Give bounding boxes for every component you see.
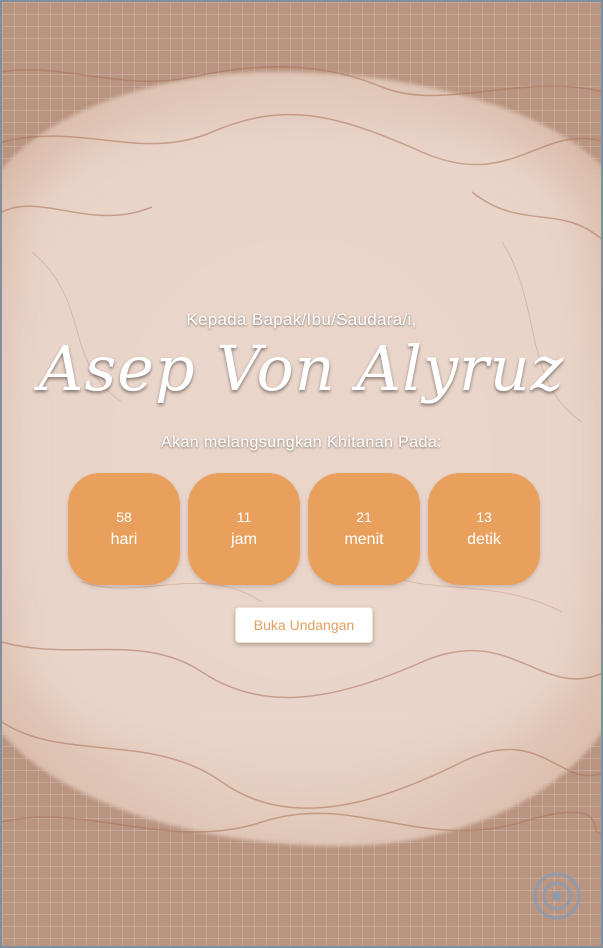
music-disc-icon[interactable] [533, 872, 581, 920]
countdown-unit: hari [110, 531, 138, 548]
countdown-minutes: 21 menit [308, 473, 420, 585]
salutation-text: Kepada Bapak/Ibu/Saudara/i, [186, 310, 417, 329]
countdown-unit: menit [344, 531, 384, 548]
countdown-unit: jam [231, 531, 257, 548]
invitation-cover: Kepada Bapak/Ibu/Saudara/i, Asep Von Aly… [0, 0, 603, 948]
countdown-value: 13 [476, 509, 492, 525]
event-subline: Akan melangsungkan Khitanan Pada: [161, 434, 442, 451]
countdown-value: 11 [236, 509, 252, 525]
countdown-timer: 58 hari 11 jam 21 menit 13 detik [68, 473, 540, 585]
open-invitation-button[interactable]: Buka Undangan [235, 607, 373, 643]
countdown-unit: detik [467, 531, 501, 548]
countdown-hours: 11 jam [188, 473, 300, 585]
countdown-value: 21 [356, 509, 372, 525]
countdown-seconds: 13 detik [428, 473, 540, 585]
celebrant-name: Asep Von Alyruz [38, 332, 565, 405]
countdown-days: 58 hari [68, 473, 180, 585]
countdown-value: 58 [116, 509, 132, 525]
